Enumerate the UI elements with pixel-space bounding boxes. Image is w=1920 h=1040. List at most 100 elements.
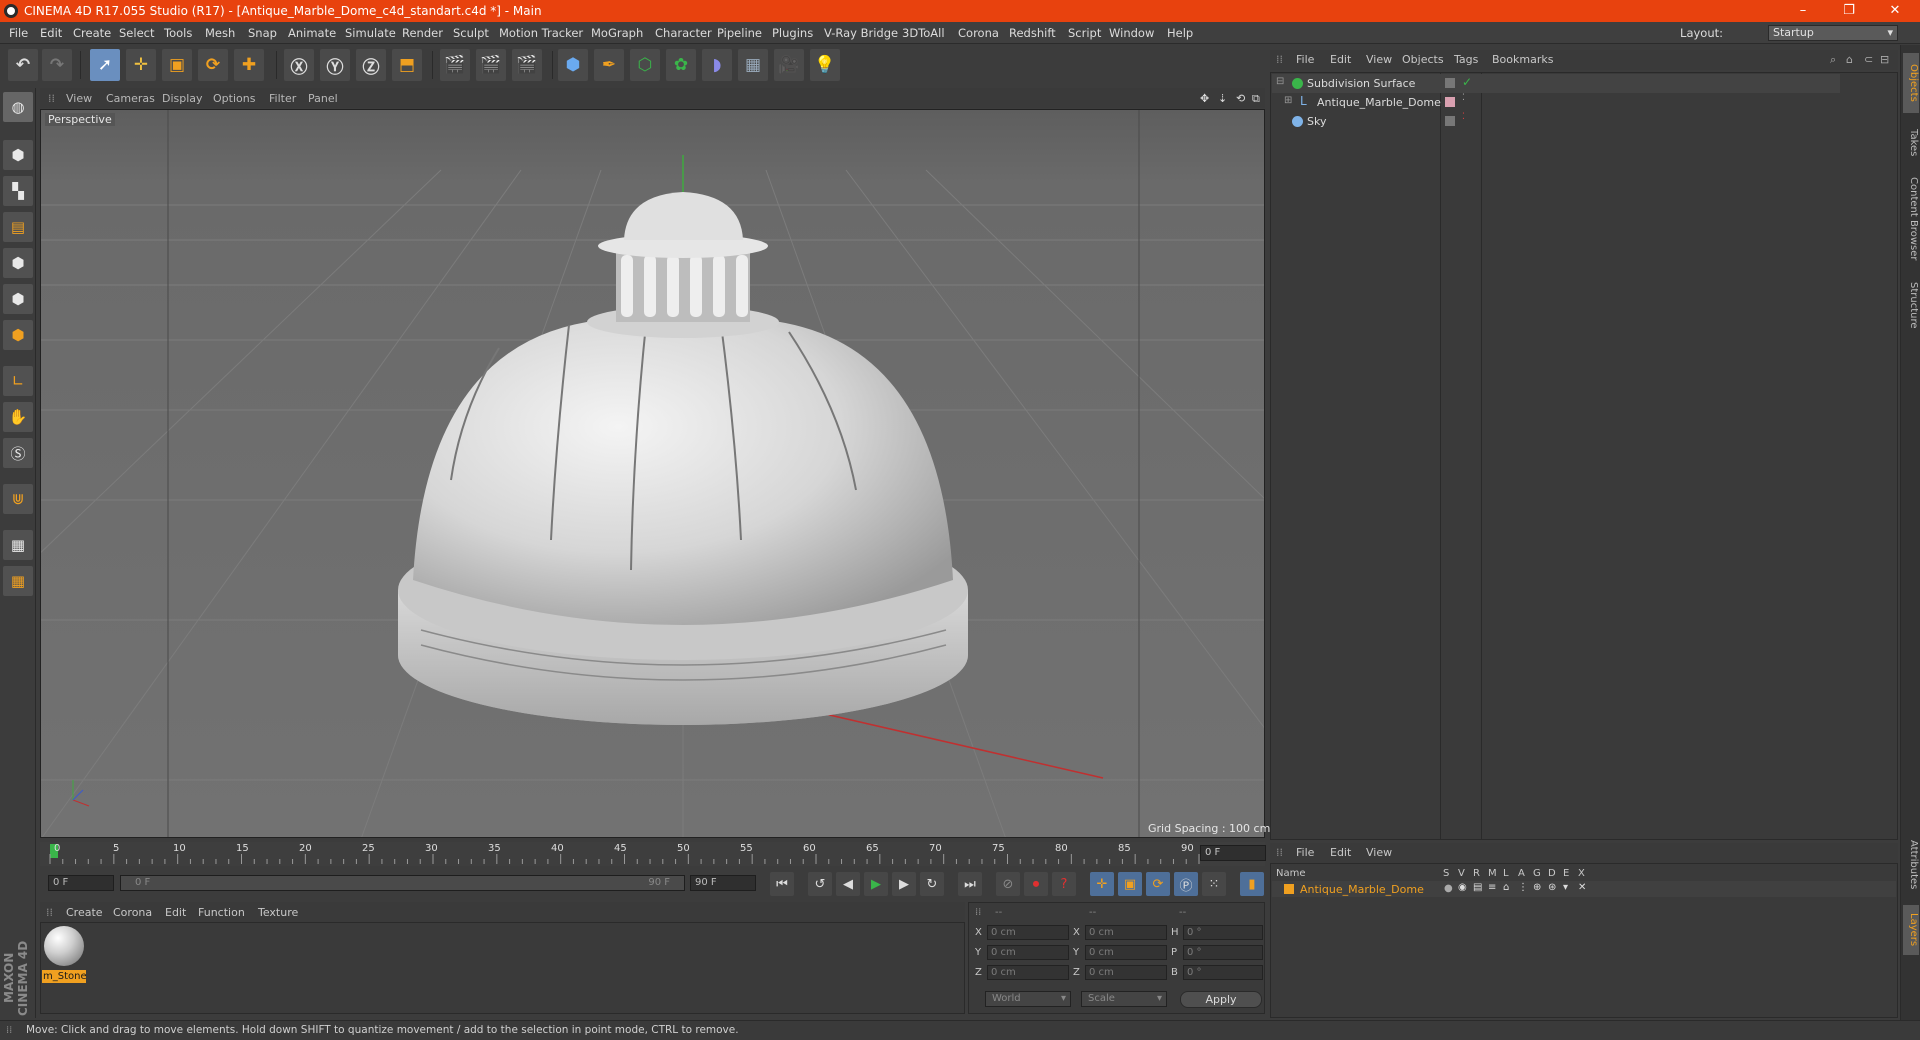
menu-simulate[interactable]: Simulate xyxy=(345,26,396,40)
object-row-subdivision-surface[interactable]: ⊟ Subdivision Surface ✓ xyxy=(1272,74,1840,93)
menu-file[interactable]: File xyxy=(9,26,28,40)
layer-xref-icon[interactable]: ✕ xyxy=(1578,882,1586,893)
om-menu-edit[interactable]: Edit xyxy=(1330,53,1351,66)
workplane-lock-button[interactable]: ▦ xyxy=(3,530,33,560)
expand-icon[interactable]: ⊟ xyxy=(1880,53,1889,66)
layer-deformer-icon[interactable]: ⊛ xyxy=(1548,882,1556,893)
camera-button[interactable]: 🎥 xyxy=(774,49,804,81)
coordinate-space-select[interactable]: World ▾ xyxy=(985,991,1071,1007)
menu-pipeline[interactable]: Pipeline xyxy=(717,26,762,40)
next-key-button[interactable]: ↻ xyxy=(920,872,944,896)
render-view-button[interactable]: 🎬 xyxy=(440,49,470,81)
cloner-button[interactable]: ✿ xyxy=(666,49,696,81)
om-menu-tags[interactable]: Tags xyxy=(1454,53,1478,66)
viewport-rotate-icon[interactable]: ⟲ xyxy=(1236,92,1245,105)
viewport-menu-panel[interactable]: Panel xyxy=(308,92,338,105)
render-picture-viewer-button[interactable]: 🎬 xyxy=(476,49,506,81)
tab-objects[interactable]: Objects xyxy=(1903,53,1919,113)
menu-snap[interactable]: Snap xyxy=(248,26,277,40)
render-settings-button[interactable]: 🎬 xyxy=(512,49,542,81)
previous-key-button[interactable]: ↺ xyxy=(808,872,832,896)
viewport-maximize-icon[interactable]: ⧉ xyxy=(1252,92,1260,106)
minimize-button[interactable]: – xyxy=(1780,0,1826,22)
planar-workplane-button[interactable]: ▦ xyxy=(3,566,33,596)
pos-z-field[interactable]: 0 cm xyxy=(987,965,1069,980)
tab-content-browser[interactable]: Content Browser xyxy=(1903,169,1919,269)
undo-button[interactable]: ↶ xyxy=(8,49,38,81)
cube-button[interactable]: ⬢ xyxy=(558,49,588,81)
size-x-field[interactable]: 0 cm xyxy=(1085,925,1167,940)
enabled-check-icon[interactable]: ✓ xyxy=(1462,75,1472,89)
select-tool-button[interactable]: ➚ xyxy=(90,49,120,81)
viewport-menu-display[interactable]: Display xyxy=(162,92,203,105)
y-axis-button[interactable]: Ⓨ xyxy=(320,49,350,81)
collapse-icon[interactable]: ⊟ xyxy=(1276,76,1284,87)
rot-p-field[interactable]: 0 ° xyxy=(1183,945,1263,960)
menu-motion-tracker[interactable]: Motion Tracker xyxy=(499,26,583,40)
current-frame-field[interactable]: 0 F xyxy=(1200,845,1266,861)
menu-mograph[interactable]: MoGraph xyxy=(591,26,643,40)
previous-frame-button[interactable]: ◀ xyxy=(836,872,860,896)
size-z-field[interactable]: 0 cm xyxy=(1085,965,1167,980)
menu-3dtoall[interactable]: 3DToAll xyxy=(902,26,945,40)
lm-menu-edit[interactable]: Edit xyxy=(1330,846,1351,859)
material-name[interactable]: m_Stone xyxy=(42,970,86,983)
viewport-menu-view[interactable]: View xyxy=(66,92,92,105)
menu-corona[interactable]: Corona xyxy=(958,26,999,40)
close-button[interactable]: ✕ xyxy=(1872,0,1918,22)
material-menu-corona[interactable]: Corona xyxy=(113,906,152,919)
menu-animate[interactable]: Animate xyxy=(288,26,336,40)
om-menu-file[interactable]: File xyxy=(1296,53,1314,66)
menu-redshift[interactable]: Redshift xyxy=(1009,26,1056,40)
layer-view-icon[interactable]: ◉ xyxy=(1458,882,1467,893)
workplane-mode-button[interactable]: ▤ xyxy=(3,212,33,242)
tab-attributes[interactable]: Attributes xyxy=(1903,835,1919,895)
viewport-menu-options[interactable]: Options xyxy=(213,92,255,105)
rot-h-field[interactable]: 0 ° xyxy=(1183,925,1263,940)
layer-color-swatch[interactable] xyxy=(1284,884,1294,894)
menu-mesh[interactable]: Mesh xyxy=(205,26,235,40)
layer-expression-icon[interactable]: ▾ xyxy=(1563,882,1568,893)
frame-range-slider[interactable]: 0 F 90 F xyxy=(120,875,685,891)
light-button[interactable]: 💡 xyxy=(810,49,840,81)
material-menu-texture[interactable]: Texture xyxy=(258,906,298,919)
tab-layers[interactable]: Layers xyxy=(1903,905,1919,955)
om-menu-view[interactable]: View xyxy=(1366,53,1392,66)
menu-edit[interactable]: Edit xyxy=(40,26,62,40)
record-keys-button[interactable]: ⏺ xyxy=(1024,872,1048,896)
key-parameter-button[interactable]: Ⓟ xyxy=(1174,872,1198,896)
layer-tag-icon[interactable] xyxy=(1445,116,1455,126)
go-to-start-button[interactable]: ⏮ xyxy=(770,872,794,896)
visibility-dots-icon[interactable]: ⁚ xyxy=(1462,93,1465,103)
om-menu-objects[interactable]: Objects xyxy=(1402,53,1444,66)
texture-mode-button[interactable]: ▚ xyxy=(3,176,33,206)
pen-spline-button[interactable]: ✒ xyxy=(594,49,624,81)
material-menu-function[interactable]: Function xyxy=(198,906,245,919)
polygons-mode-button[interactable]: ⬢ xyxy=(3,320,33,350)
home-icon[interactable]: ⌂ xyxy=(1846,53,1853,66)
tab-takes[interactable]: Takes xyxy=(1903,123,1919,163)
visibility-dots-icon[interactable]: ⁚ xyxy=(1462,112,1465,122)
viewport-move-icon[interactable]: ✥ xyxy=(1200,92,1209,105)
menu-window[interactable]: Window xyxy=(1109,26,1154,40)
viewport-zoom-icon[interactable]: ⇣ xyxy=(1218,92,1227,105)
menu-create[interactable]: Create xyxy=(73,26,111,40)
layer-animation-icon[interactable]: ⋮ xyxy=(1518,882,1528,893)
play-button[interactable]: ▶ xyxy=(864,872,888,896)
make-editable-button[interactable]: ◍ xyxy=(3,92,33,122)
go-to-end-button[interactable]: ⏭ xyxy=(958,872,982,896)
apply-button[interactable]: Apply xyxy=(1180,991,1262,1008)
subdivision-surface-button[interactable]: ⬡ xyxy=(630,49,660,81)
key-position-button[interactable]: ✛ xyxy=(1090,872,1114,896)
viewport-menu-cameras[interactable]: Cameras xyxy=(106,92,155,105)
scale-tool-button[interactable]: ▣ xyxy=(162,49,192,81)
timeline-ruler[interactable]: 0 5 10 15 20 25 30 35 40 45 50 55 60 65 … xyxy=(40,842,1265,866)
magnet-button[interactable]: ⋓ xyxy=(3,484,33,514)
axis-mode-button[interactable]: ∟ xyxy=(3,366,33,396)
rot-b-field[interactable]: 0 ° xyxy=(1183,965,1263,980)
layer-render-icon[interactable]: ▤ xyxy=(1473,882,1482,893)
layer-lock-icon[interactable]: ⌂ xyxy=(1503,882,1509,893)
layer-manager-icon[interactable]: ≡ xyxy=(1488,882,1496,893)
key-pla-button[interactable]: ⁙ xyxy=(1202,872,1226,896)
redo-button[interactable]: ↷ xyxy=(42,49,72,81)
